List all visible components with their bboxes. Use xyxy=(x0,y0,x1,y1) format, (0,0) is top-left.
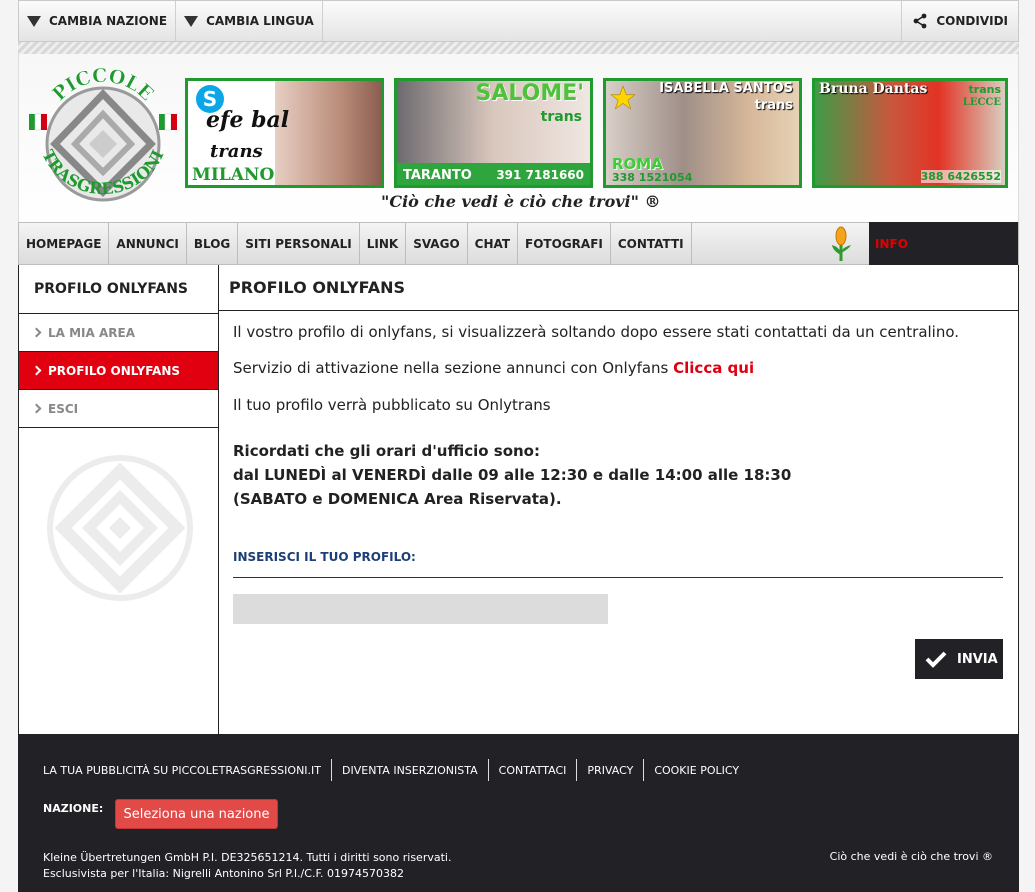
publish-paragraph: Il tuo profilo verrà pubblicato su Onlyt… xyxy=(233,396,551,414)
copyright-line-1: Kleine Übertretungen GmbH P.I. DE3256512… xyxy=(43,851,452,864)
site-logo[interactable]: PICCOLE TRASGRESSIONI xyxy=(27,68,179,218)
footer-link-contact[interactable]: CONTATTACI xyxy=(489,759,578,781)
sidebar-item-esci[interactable]: ESCI xyxy=(19,390,218,428)
top-bar: CAMBIA NAZIONE CAMBIA LINGUA CONDIVIDI xyxy=(18,0,1019,42)
footer-copyright: Kleine Übertretungen GmbH P.I. DE3256512… xyxy=(43,850,451,882)
main-content: PROFILO ONLYFANS Il vostro profilo di on… xyxy=(219,265,1019,734)
checkmark-icon xyxy=(925,651,947,668)
nav-contatti[interactable]: CONTATTI xyxy=(611,223,692,264)
sidebar-item-label: PROFILO ONLYFANS xyxy=(48,363,180,378)
nav-fotografi[interactable]: FOTOGRAFI xyxy=(518,223,611,264)
copyright-line-2: Esclusivista per l'Italia: Nigrelli Anto… xyxy=(43,867,404,880)
banner-4-phone: 388 6426552 xyxy=(920,170,1001,183)
triangle-down-icon xyxy=(27,15,41,27)
office-hours-weekdays: dal LUNEDÌ al VENERDÌ dalle 09 alle 12:3… xyxy=(233,466,792,484)
logo-watermark-icon xyxy=(47,455,193,601)
profile-input-label: INSERISCI IL TUO PROFILO: xyxy=(233,550,416,564)
nav-svago[interactable]: SVAGO xyxy=(406,223,468,264)
share-label: CONDIVIDI xyxy=(936,14,1008,28)
nav-blog[interactable]: BLOG xyxy=(187,223,239,264)
sidebar-item-label: ESCI xyxy=(48,401,79,416)
footer: LA TUA PUBBLICITÀ SU PICCOLETRASGRESSION… xyxy=(18,734,1019,892)
triangle-down-icon xyxy=(184,15,199,27)
submit-button[interactable]: INVIA xyxy=(915,639,1003,679)
chevron-right-icon xyxy=(31,403,42,414)
chevron-right-icon xyxy=(31,365,42,376)
page: CAMBIA NAZIONE CAMBIA LINGUA CONDIVIDI P… xyxy=(18,0,1019,892)
banner-4-type: trans xyxy=(968,83,1001,96)
activation-text: Servizio di attivazione nella sezione an… xyxy=(233,359,674,377)
sidebar-item-profilo-onlyfans[interactable]: PROFILO ONLYFANS xyxy=(19,352,218,390)
click-here-link[interactable]: Clicca qui xyxy=(673,359,754,377)
banner-salome[interactable]: SALOME' trans TARANTO 391 7181660 xyxy=(394,78,593,188)
nav-chat[interactable]: CHAT xyxy=(468,223,519,264)
nav-annunci[interactable]: ANNUNCI xyxy=(109,223,187,264)
sidebar: PROFILO ONLYFANS LA MIA AREA PROFILO ONL… xyxy=(18,265,219,734)
footer-link-advertising[interactable]: LA TUA PUBBLICITÀ SU PICCOLETRASGRESSION… xyxy=(43,759,333,781)
banner-4-city: LECCE xyxy=(962,97,1001,108)
banner-2-name: SALOME' xyxy=(475,81,584,106)
banner-1-city: MILANO xyxy=(192,165,275,185)
footer-links: LA TUA PUBBLICITÀ SU PICCOLETRASGRESSION… xyxy=(43,759,749,781)
page-title: PROFILO ONLYFANS xyxy=(219,265,1018,311)
footer-link-cookie-policy[interactable]: COOKIE POLICY xyxy=(644,759,749,781)
change-language-label: CAMBIA LINGUA xyxy=(206,14,314,28)
share-button[interactable]: CONDIVIDI xyxy=(901,1,1018,41)
divider xyxy=(233,577,1003,578)
main-nav: HOMEPAGE ANNUNCI BLOG SITI PERSONALI LIN… xyxy=(18,222,1019,265)
sidebar-item-la-mia-area[interactable]: LA MIA AREA xyxy=(19,314,218,352)
share-icon xyxy=(913,13,927,29)
banner-2-phone: 391 7181660 xyxy=(496,168,584,182)
header-slogan: "Ciò che vedi è ciò che trovi" ® xyxy=(381,192,661,211)
header: PICCOLE TRASGRESSIONI S efe bal trans MI… xyxy=(18,54,1019,222)
banner-3-name: ISABELLA SANTOS xyxy=(659,81,793,96)
header-stripe xyxy=(18,42,1019,54)
banner-2-city: TARANTO xyxy=(403,168,472,183)
office-hours-title: Ricordati che gli orari d'ufficio sono: xyxy=(233,442,540,460)
footer-link-privacy[interactable]: PRIVACY xyxy=(577,759,645,781)
change-language-button[interactable]: CAMBIA LINGUA xyxy=(176,1,323,41)
intro-paragraph: Il vostro profilo di onlyfans, si visual… xyxy=(233,323,960,341)
sidebar-item-label: LA MIA AREA xyxy=(48,325,135,340)
banner-2-type: trans xyxy=(540,109,582,125)
banner-bruna-dantas[interactable]: Bruna Dantas trans LECCE 388 6426552 xyxy=(812,78,1008,188)
profile-input[interactable] xyxy=(233,594,608,624)
nav-homepage[interactable]: HOMEPAGE xyxy=(19,223,110,264)
nav-info[interactable]: INFO xyxy=(869,222,1018,265)
office-hours-weekend: (SABATO e DOMENICA Area Riservata). xyxy=(233,490,562,508)
banner-3-type: trans xyxy=(754,98,793,113)
nav-siti-personali[interactable]: SITI PERSONALI xyxy=(238,223,360,264)
change-country-button[interactable]: CAMBIA NAZIONE xyxy=(19,1,177,41)
activation-paragraph: Servizio di attivazione nella sezione an… xyxy=(233,359,754,377)
change-country-label: CAMBIA NAZIONE xyxy=(49,14,168,28)
chevron-right-icon xyxy=(31,327,42,338)
banner-3-phone: 338 1521054 xyxy=(612,171,693,184)
nation-label: NAZIONE: xyxy=(43,802,104,815)
banner-4-name: Bruna Dantas xyxy=(819,81,928,97)
flower-icon xyxy=(832,226,851,261)
banner-1-line1: efe bal xyxy=(206,107,290,133)
banner-efe-bal[interactable]: S efe bal trans MILANO xyxy=(185,78,384,188)
footer-link-become-advertiser[interactable]: DIVENTA INSERZIONISTA xyxy=(332,759,489,781)
nation-select-button[interactable]: Seleziona una nazione xyxy=(115,799,278,829)
footer-slogan: Ciò che vedi è ciò che trovi ® xyxy=(829,850,993,863)
nav-link[interactable]: LINK xyxy=(360,223,407,264)
sidebar-title: PROFILO ONLYFANS xyxy=(19,265,218,314)
banner-isabella-santos[interactable]: ISABELLA SANTOS trans ROMA 338 1521054 xyxy=(603,78,802,188)
submit-label: INVIA xyxy=(957,651,998,667)
star-icon xyxy=(610,85,636,110)
banner-1-line2: trans xyxy=(210,141,263,162)
